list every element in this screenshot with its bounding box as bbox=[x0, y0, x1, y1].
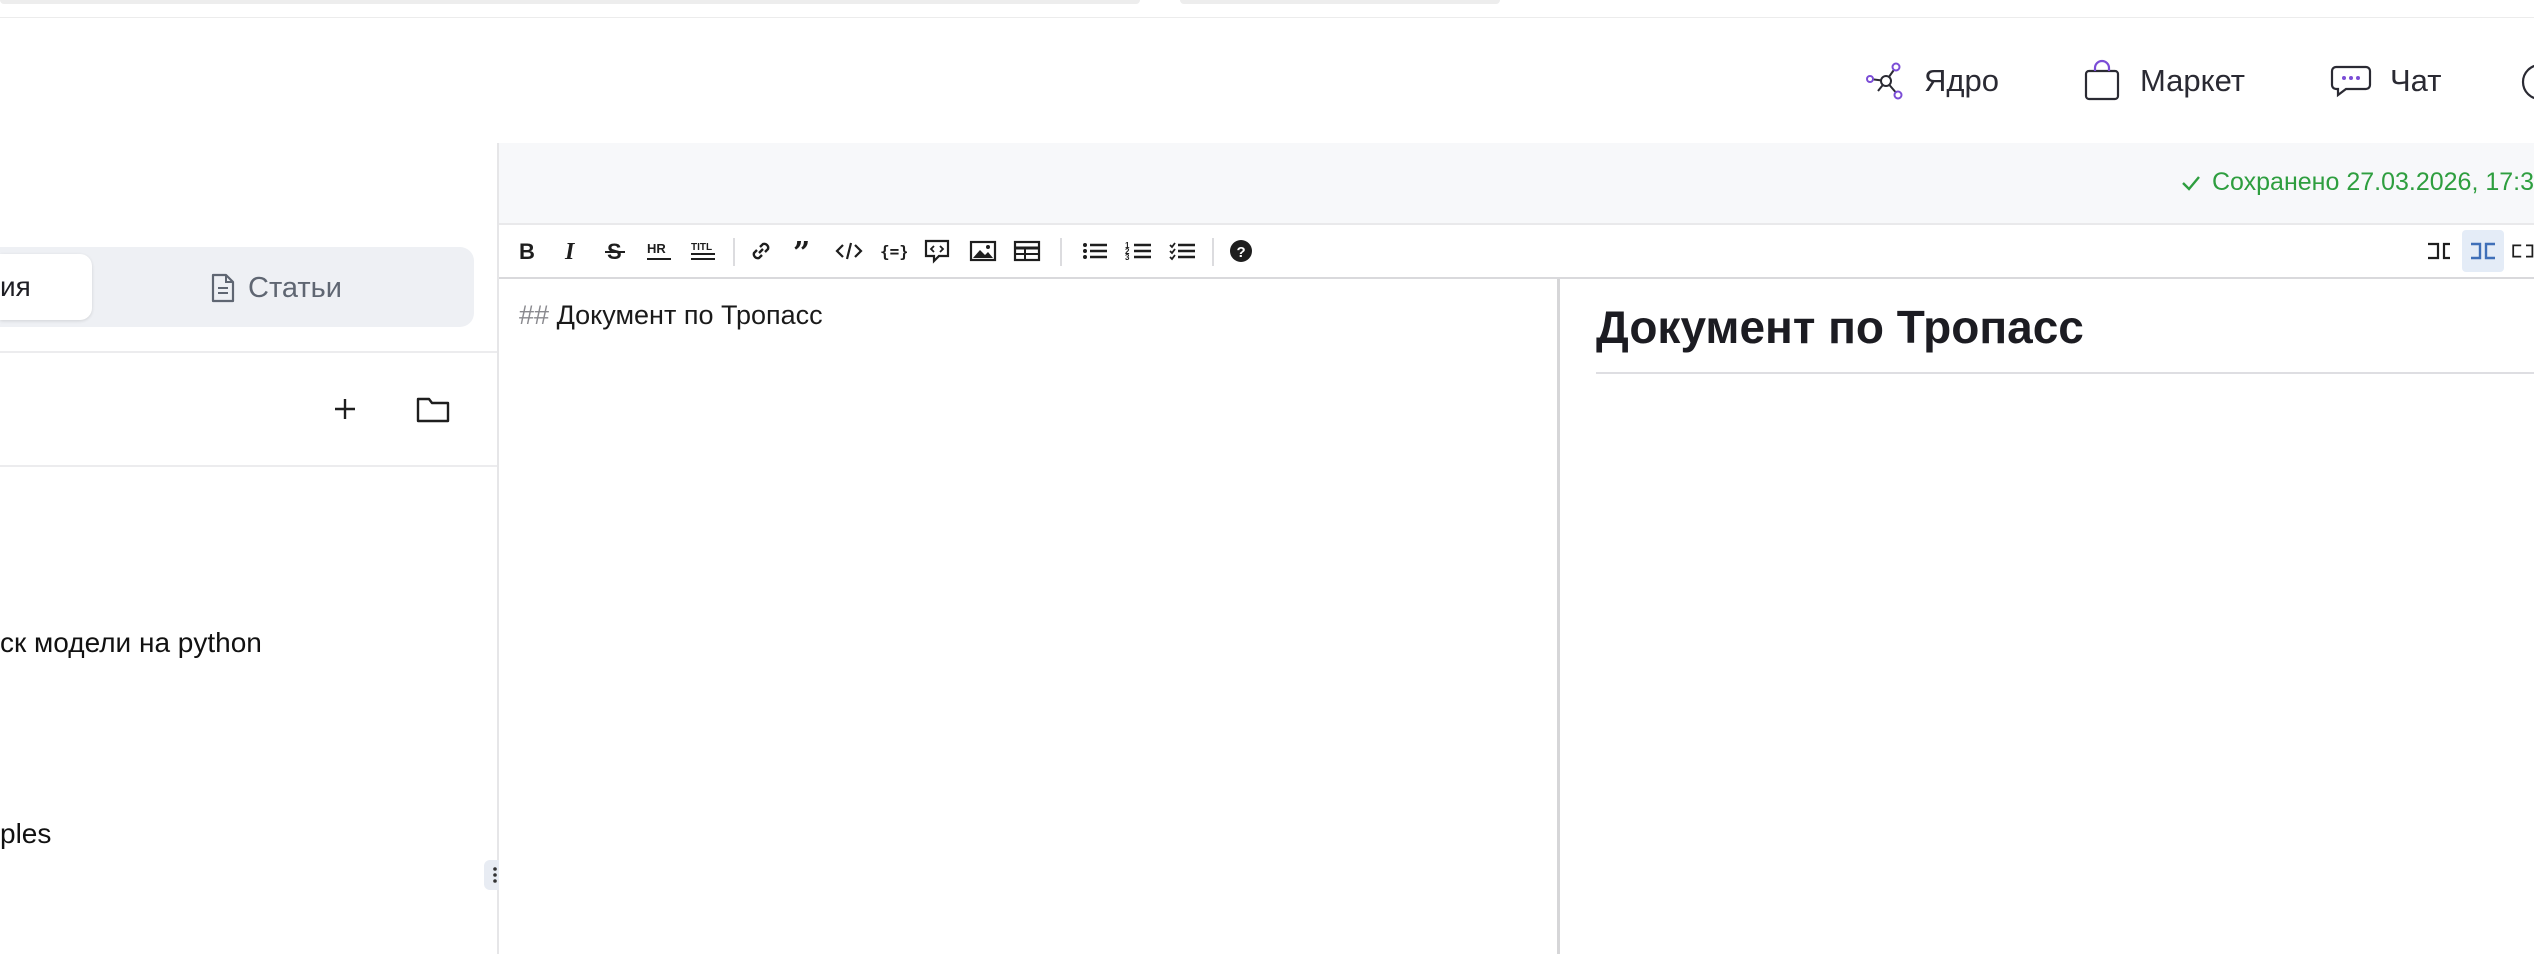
italic-icon: I bbox=[564, 239, 576, 263]
sidebar-divider bbox=[0, 351, 497, 353]
code-icon bbox=[835, 242, 863, 260]
bold-icon: B bbox=[519, 239, 535, 263]
tree-item[interactable]: ples bbox=[0, 818, 51, 850]
markdown-line[interactable]: ## Документ по Тропасс bbox=[519, 300, 823, 331]
comment-button[interactable] bbox=[916, 230, 958, 272]
split-view-icon bbox=[2471, 242, 2495, 260]
sidebar-tab-active[interactable]: ия bbox=[0, 254, 92, 320]
top-search-edge bbox=[0, 0, 1140, 4]
tree-item[interactable]: ск модели на python bbox=[0, 627, 262, 659]
checklist-button[interactable] bbox=[1162, 230, 1204, 272]
title-button[interactable]: TITL bbox=[682, 230, 724, 272]
svg-text:HR: HR bbox=[647, 241, 666, 256]
split-mode-button[interactable] bbox=[2462, 230, 2504, 272]
nav-item-core[interactable]: Ядро bbox=[1866, 55, 1999, 107]
markdown-editor-pane[interactable] bbox=[499, 279, 1560, 954]
nav-item-market[interactable]: Маркет bbox=[2082, 55, 2245, 107]
strikethrough-icon: S bbox=[605, 239, 625, 263]
help-icon: ? bbox=[1230, 240, 1252, 262]
quote-button[interactable]: ” bbox=[784, 230, 826, 272]
horizontal-rule-button[interactable]: HR bbox=[638, 230, 680, 272]
chat-bubble-icon bbox=[2330, 65, 2372, 98]
svg-text:{=}: {=} bbox=[880, 242, 907, 261]
editor-only-mode-button[interactable] bbox=[2418, 230, 2460, 272]
svg-text:TITL: TITL bbox=[691, 242, 712, 253]
code-button[interactable] bbox=[828, 230, 870, 272]
preview-heading: Документ по Тропасс bbox=[1596, 301, 2084, 353]
title-icon: TITL bbox=[691, 242, 715, 260]
nav-item-chat-label: Чат bbox=[2390, 63, 2442, 98]
link-button[interactable] bbox=[740, 230, 782, 272]
image-icon bbox=[969, 240, 997, 262]
horizontal-rule-icon: HR bbox=[647, 241, 671, 260]
plus-icon bbox=[335, 399, 355, 419]
code-block-button[interactable]: {=} bbox=[872, 230, 914, 272]
shopping-bag-icon bbox=[2084, 59, 2120, 101]
comment-icon bbox=[924, 239, 950, 264]
bold-button[interactable]: B bbox=[506, 230, 548, 272]
toolbar-separator bbox=[1212, 238, 1214, 266]
image-button[interactable] bbox=[962, 230, 1004, 272]
saved-status-text: Сохранено 27.03.2026, 17:3 bbox=[2211, 168, 2534, 196]
table-button[interactable] bbox=[1006, 230, 1048, 272]
preview-heading-rule bbox=[1596, 372, 2534, 374]
check-icon bbox=[2182, 175, 2200, 191]
markdown-line-text: Документ по Тропасс bbox=[556, 300, 823, 330]
svg-text:?: ? bbox=[1237, 244, 1246, 261]
markdown-heading-marker: ## bbox=[519, 300, 550, 330]
nav-item-partial[interactable] bbox=[2520, 62, 2534, 102]
sidebar-tab-active-label: ия bbox=[0, 271, 31, 302]
checklist-icon bbox=[1169, 242, 1195, 261]
document-icon bbox=[211, 273, 235, 303]
quote-icon: ” bbox=[793, 239, 810, 263]
nav-item-market-label: Маркет bbox=[2140, 63, 2245, 98]
add-item-button[interactable] bbox=[322, 386, 368, 432]
italic-button[interactable]: I bbox=[550, 230, 592, 272]
nav-item-chat[interactable]: Чат bbox=[2330, 55, 2441, 107]
profile-icon bbox=[2521, 64, 2534, 100]
svg-text:B: B bbox=[519, 239, 535, 263]
svg-text:I: I bbox=[564, 239, 576, 263]
toolbar-separator bbox=[1060, 238, 1062, 266]
code-block-icon: {=} bbox=[880, 242, 907, 261]
sidebar-tab-articles-label: Статьи bbox=[248, 271, 342, 304]
help-button[interactable]: ? bbox=[1220, 230, 1262, 272]
sidebar-divider-2 bbox=[0, 465, 497, 467]
svg-text:”: ” bbox=[793, 239, 810, 263]
bullet-list-button[interactable] bbox=[1074, 230, 1116, 272]
numbered-list-button[interactable]: 123 bbox=[1118, 230, 1160, 272]
sidebar-tab-articles[interactable]: Статьи bbox=[210, 265, 342, 311]
network-node-icon bbox=[1866, 62, 1903, 100]
preview-only-mode-button[interactable] bbox=[2510, 230, 2534, 272]
add-folder-button[interactable] bbox=[410, 386, 456, 432]
top-control-edge bbox=[1180, 0, 1500, 4]
bullet-list-icon bbox=[1083, 243, 1107, 259]
editor-only-icon bbox=[2428, 242, 2450, 260]
folder-icon bbox=[416, 397, 450, 423]
svg-text:3: 3 bbox=[1125, 253, 1130, 262]
saved-status: Сохранено 27.03.2026, 17:3 bbox=[2180, 168, 2534, 197]
toolbar-separator bbox=[733, 238, 735, 266]
strikethrough-button[interactable]: S bbox=[594, 230, 636, 272]
nav-item-core-label: Ядро bbox=[1924, 63, 1999, 98]
numbered-list-icon: 123 bbox=[1125, 241, 1151, 262]
link-icon bbox=[752, 242, 770, 260]
preview-only-icon bbox=[2512, 244, 2534, 258]
table-icon bbox=[1013, 240, 1041, 262]
